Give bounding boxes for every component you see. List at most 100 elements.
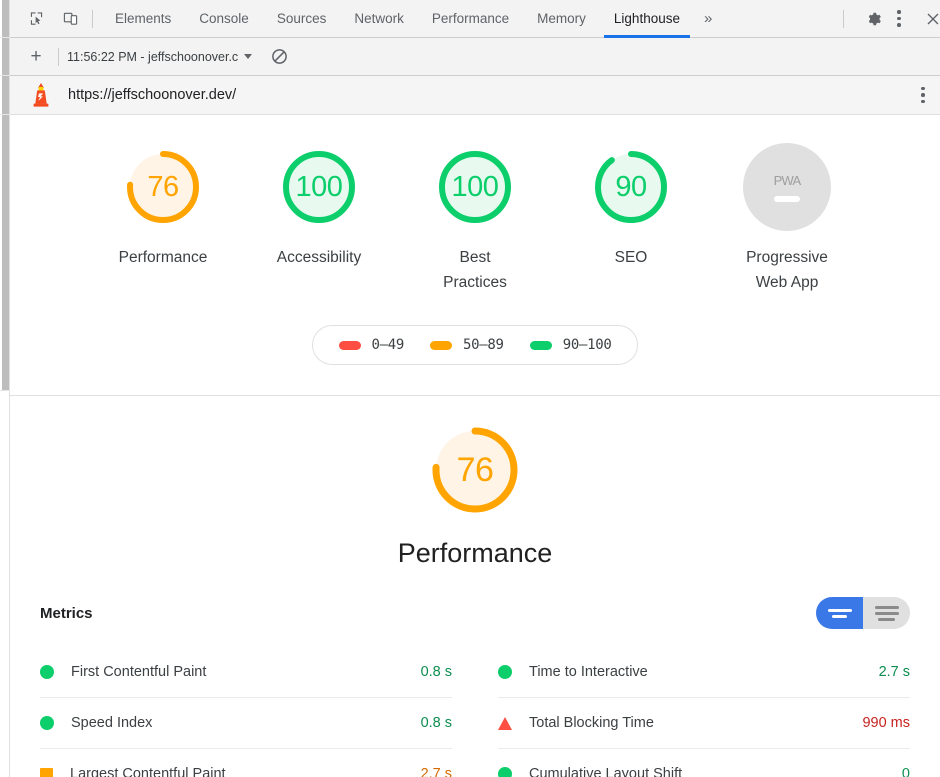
gauge-score-best-practices: 100 [451,170,499,203]
metric-value: 2.7 s [420,766,452,777]
metrics-heading: Metrics [40,604,93,622]
gauge-ring-accessibility: 100 [275,143,363,231]
tab-label: Lighthouse [613,11,680,26]
tab-elements[interactable]: Elements [101,0,185,38]
legend-range-average: 50–89 [463,337,504,354]
gauge-label-pwa: Progressive Web App [746,249,828,292]
category-score: 76 [456,450,494,489]
gutter-tick [0,390,10,391]
status-pass-icon [498,767,512,777]
pwa-badge-text: PWA [773,172,802,188]
metric-value: 0.8 s [420,664,452,681]
more-tabs-icon[interactable]: » [694,10,722,27]
legend-swatch-average [430,340,453,350]
toolbar-actions [837,5,940,33]
tab-console[interactable]: Console [185,0,263,38]
gauge-score-seo: 90 [615,170,647,203]
gauge-accessibility[interactable]: 100 Accessibility [258,143,380,270]
status-pass-icon [40,716,54,731]
gutter-tick [0,37,10,38]
score-legend: 0–49 50–89 90–100 [311,325,639,366]
gauge-ring-seo: 90 [587,143,675,231]
tab-lighthouse[interactable]: Lighthouse [600,0,694,38]
metric-first-contentful-paint[interactable]: First Contentful Paint 0.8 s [40,647,452,699]
toolbar-divider [58,47,59,66]
panel-tabs: Elements Console Sources Network Perform… [101,0,694,38]
metric-cumulative-layout-shift[interactable]: Cumulative Layout Shift 0 [498,749,910,777]
report-selector[interactable]: 11:56:22 PM - jeffschoonover.c [67,50,253,64]
metric-largest-contentful-paint[interactable]: Largest Contentful Paint 2.7 s [40,749,452,777]
gutter-tick [0,114,10,115]
category-gauge: 76 [423,418,527,522]
more-options-icon[interactable] [888,5,910,33]
toolbar-divider [843,9,844,28]
metric-time-to-interactive[interactable]: Time to Interactive 2.7 s [498,647,910,699]
legend-range-fail: 0–49 [371,337,405,354]
report-options-icon[interactable] [912,81,934,109]
metric-label: Largest Contentful Paint [70,766,226,777]
metric-label: Total Blocking Time [529,715,654,732]
gauge-ring-performance: 76 [119,143,207,231]
pwa-badge-dash [774,195,800,202]
gauge-label-performance: Performance [118,249,208,266]
tab-label: Sources [276,11,327,26]
gauge-label-best-practices: Best Practices [443,249,507,292]
legend-swatch-pass [529,340,552,350]
metrics-header: Metrics [40,597,910,630]
gear-icon[interactable] [860,5,888,33]
scrollbar-thumb[interactable] [2,0,9,390]
score-legend-row: 0–49 50–89 90–100 [10,325,940,366]
device-toolbar-icon[interactable] [56,5,84,33]
legend-item-average: 50–89 [430,337,504,353]
clear-all-icon[interactable] [266,44,292,70]
metric-value: 0 [901,766,910,777]
metric-value: 990 ms [862,715,910,732]
metric-total-blocking-time[interactable]: Total Blocking Time 990 ms [498,698,910,750]
toggle-numeric-values[interactable] [816,597,863,630]
gutter-tick [0,75,10,76]
inspect-element-icon[interactable] [22,5,50,33]
score-gauges: 76 Performance 100 Accessibility 100 Bes… [10,115,940,295]
new-report-button[interactable]: + [22,43,50,71]
close-icon[interactable] [916,5,940,33]
gauge-score-performance: 76 [147,170,179,203]
metric-label: First Contentful Paint [71,664,207,681]
gauge-seo[interactable]: 90 SEO [570,143,692,270]
legend-item-pass: 90–100 [529,337,612,354]
metric-label: Time to Interactive [529,664,648,681]
devtools-toolbar: Elements Console Sources Network Perform… [10,0,940,38]
gauge-score-accessibility: 100 [295,170,343,203]
tab-label: Memory [537,11,586,26]
lighthouse-report: 76 Performance 100 Accessibility 100 Bes… [10,115,940,777]
metric-label: Cumulative Layout Shift [529,766,683,777]
legend-swatch-fail [338,340,361,350]
metrics-grid: First Contentful Paint 0.8 s Time to Int… [40,647,910,777]
tab-network[interactable]: Network [340,0,418,38]
tab-sources[interactable]: Sources [263,0,341,38]
tab-performance[interactable]: Performance [418,0,523,38]
gauge-pwa[interactable]: PWA Progressive Web App [726,143,848,295]
tab-label: Performance [431,11,510,26]
devtools-window: Elements Console Sources Network Perform… [0,0,940,777]
gauge-best-practices[interactable]: 100 Best Practices [414,143,536,295]
category-header: 76 Performance [10,396,940,569]
legend-range-pass: 90–100 [562,337,612,354]
toggle-descriptions[interactable] [863,597,910,630]
tab-memory[interactable]: Memory [523,0,600,38]
report-url: https://jeffschoonover.dev/ [68,87,237,103]
metrics-section: Metrics First Contentful Paint 0.8 s Tim… [10,597,940,777]
gauge-label-accessibility: Accessibility [276,249,362,266]
gauge-label-seo: SEO [614,249,648,266]
metric-value: 0.8 s [420,715,452,732]
tab-label: Console [199,11,249,26]
chevron-down-icon [244,54,253,59]
category-title: Performance [397,538,553,569]
page-scroll-gutter [0,0,10,777]
metric-speed-index[interactable]: Speed Index 0.8 s [40,698,452,750]
toolbar-divider [92,9,93,28]
gauge-performance[interactable]: 76 Performance [102,143,224,270]
lighthouse-toolbar: + 11:56:22 PM - jeffschoonover.c [10,38,940,76]
metrics-view-toggle[interactable] [816,597,910,630]
tab-label: Elements [115,11,172,26]
report-url-bar: https://jeffschoonover.dev/ [10,76,940,115]
